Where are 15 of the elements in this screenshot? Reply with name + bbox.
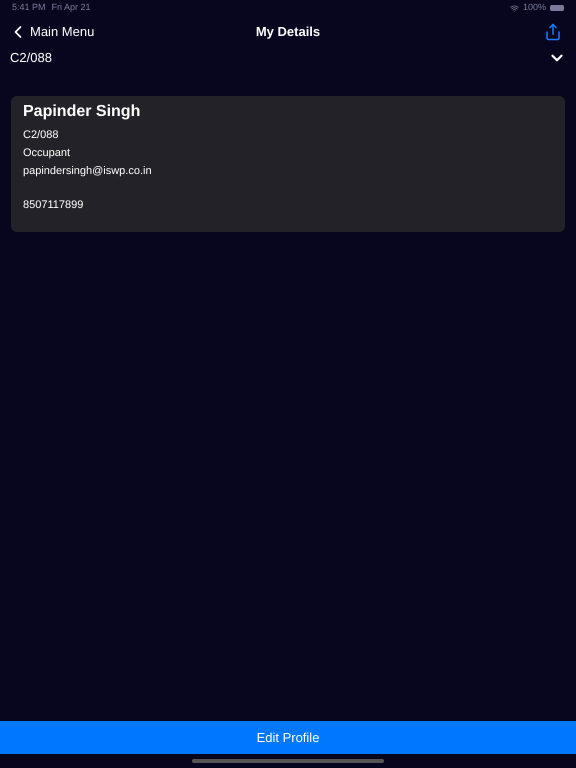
- status-time: 5:41 PM: [12, 1, 46, 14]
- profile-phone: 8507117899: [23, 198, 84, 213]
- edit-profile-button[interactable]: Edit Profile: [0, 721, 576, 754]
- wifi-icon: [510, 4, 519, 12]
- profile-detail: C2/088: [23, 128, 60, 143]
- back-button[interactable]: Main Menu: [8, 22, 94, 42]
- profile-detail: Occupant: [23, 146, 72, 161]
- battery-icon: [550, 5, 564, 11]
- status-date: Fri Apr 21: [52, 1, 91, 14]
- profile-name: Papinder Singh: [23, 102, 142, 122]
- page-title: My Details: [256, 23, 320, 42]
- unit-selector[interactable]: C2/088: [0, 48, 576, 68]
- battery-percent: 100%: [522, 1, 546, 14]
- profile-detail: papindersingh@iswp.co.in: [23, 164, 153, 179]
- share-icon[interactable]: [544, 23, 562, 41]
